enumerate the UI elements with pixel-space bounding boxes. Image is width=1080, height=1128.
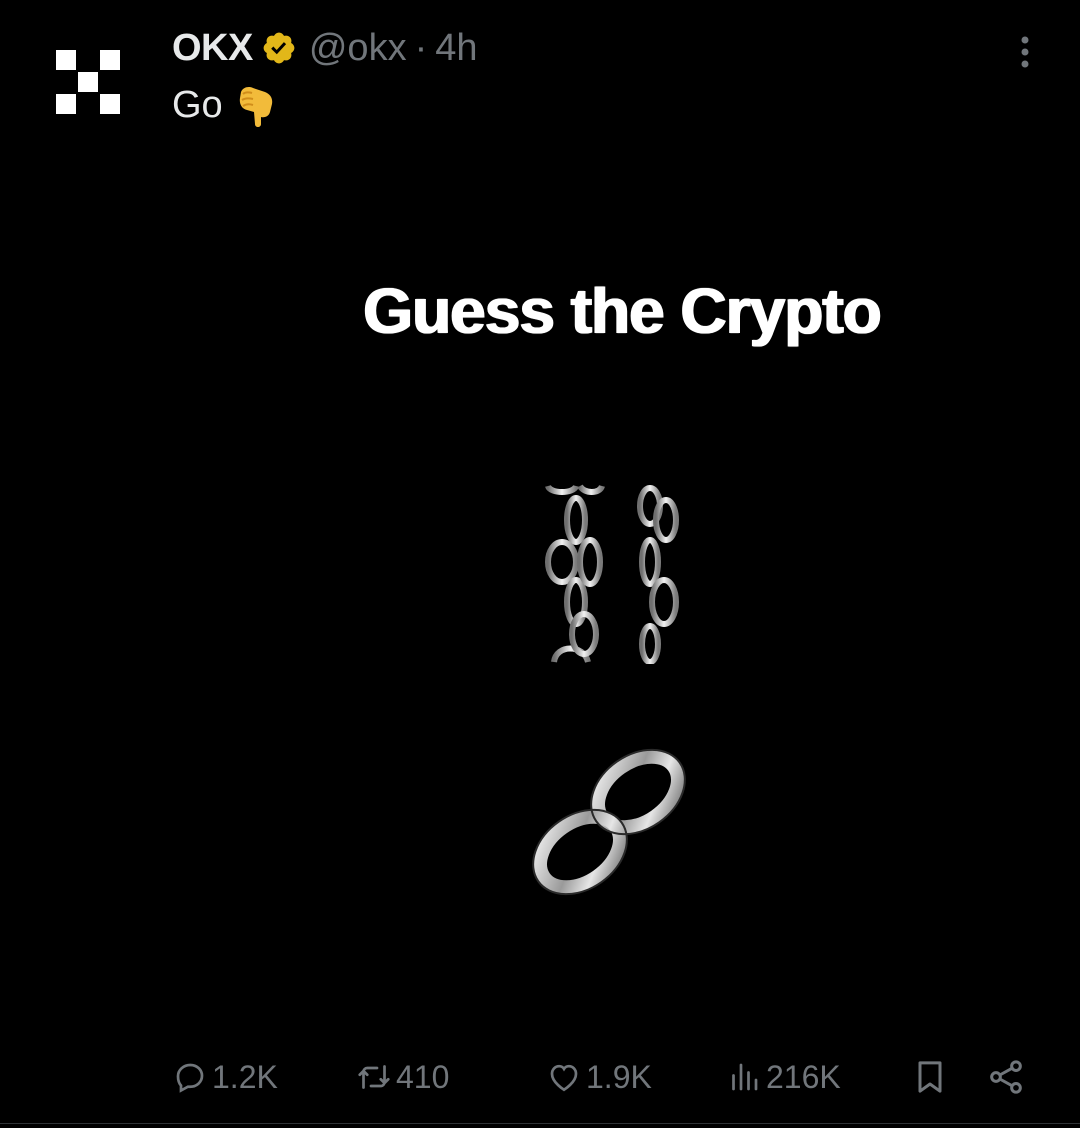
like-count: 1.9K (586, 1058, 652, 1095)
author-name[interactable]: OKX (172, 26, 253, 70)
media-title: Guess the Crypto (363, 275, 881, 347)
post-actions-bar: 1.2K 410 1.9K 216K (0, 1052, 1080, 1102)
share-icon (990, 1060, 1022, 1094)
share-button[interactable] (986, 1057, 1026, 1097)
verified-badge-icon[interactable] (261, 30, 297, 66)
link-icon (532, 748, 686, 896)
chains-icon (545, 484, 679, 664)
post-time[interactable]: 4h (435, 26, 477, 70)
repost-count: 410 (396, 1058, 450, 1095)
more-vertical-icon (1021, 36, 1029, 68)
view-count: 216K (766, 1058, 841, 1095)
bookmark-icon (918, 1061, 942, 1093)
post-media-image[interactable]: Guess the Crypto (172, 150, 1072, 1030)
bookmark-button[interactable] (910, 1057, 950, 1097)
repost-icon (358, 1065, 390, 1089)
divider (0, 1123, 1080, 1124)
repost-button[interactable]: 410 (356, 1052, 449, 1102)
like-button[interactable]: 1.9K (546, 1052, 652, 1102)
more-options-button[interactable] (1014, 34, 1036, 70)
heart-icon (550, 1064, 578, 1092)
okx-logo-icon (56, 50, 120, 114)
author-handle[interactable]: @okx (309, 26, 407, 70)
reply-count: 1.2K (212, 1058, 278, 1095)
avatar[interactable] (50, 44, 126, 120)
reply-button[interactable]: 1.2K (172, 1052, 278, 1102)
views-bar-chart-icon (732, 1063, 758, 1091)
separator-dot: · (414, 27, 428, 69)
post-text-content: Go (172, 84, 223, 126)
views-button[interactable]: 216K (726, 1052, 841, 1102)
reply-bubble-icon (176, 1063, 204, 1093)
backhand-index-pointing-down-icon (239, 87, 272, 127)
post-header: OKX @okx · 4h (172, 26, 478, 70)
post-text: Go (172, 82, 277, 128)
